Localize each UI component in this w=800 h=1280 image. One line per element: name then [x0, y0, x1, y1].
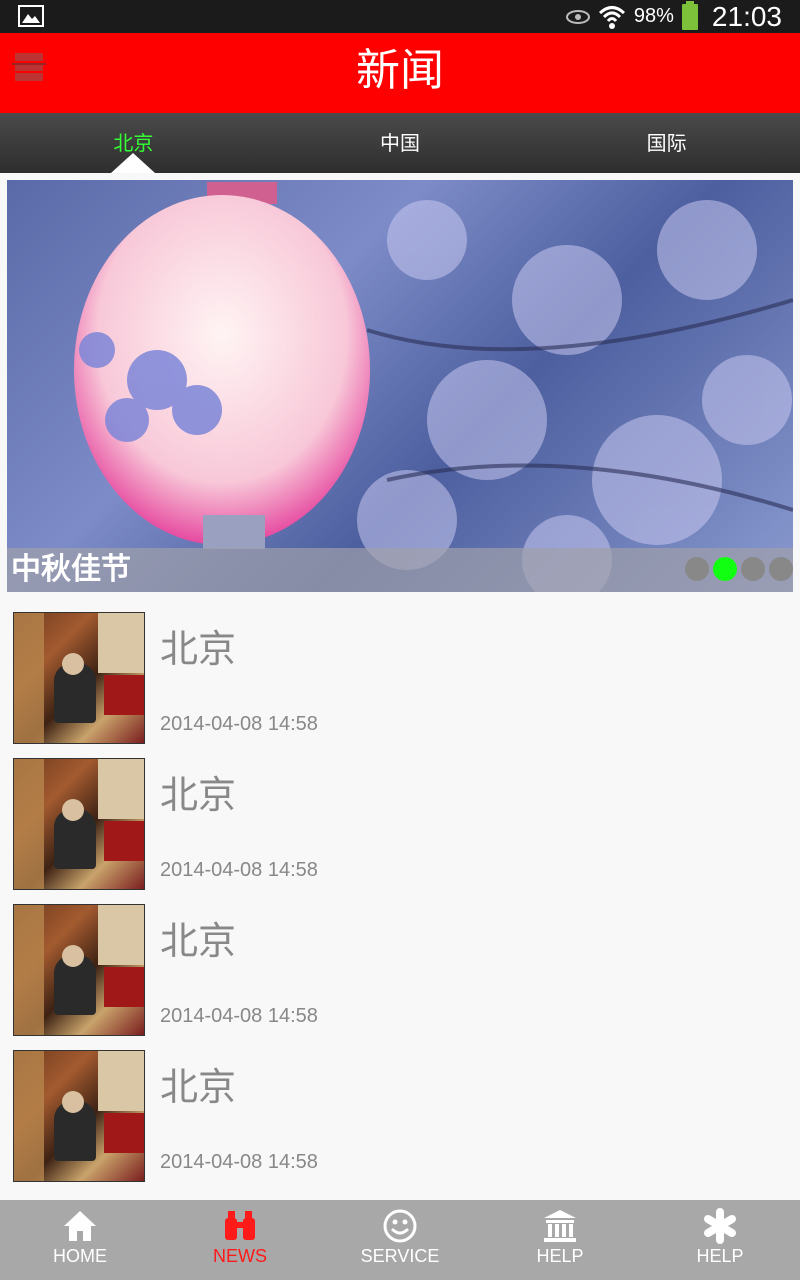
banner-pager: [685, 557, 793, 581]
tab-international[interactable]: 国际: [533, 113, 800, 173]
tab-china[interactable]: 中国: [267, 113, 534, 173]
list-item[interactable]: 北京 2014-04-08 14:58: [0, 1038, 800, 1184]
nav-service[interactable]: SERVICE: [320, 1200, 480, 1280]
home-icon: [64, 1211, 96, 1241]
news-time: 2014-04-08 14:58: [160, 859, 318, 881]
list-item[interactable]: 北京 2014-04-08 14:58: [0, 600, 800, 746]
news-thumbnail: [13, 904, 145, 1036]
pager-dot[interactable]: [685, 557, 709, 581]
battery-icon: [681, 0, 698, 30]
banner-caption-bar: 中秋佳节: [7, 548, 793, 592]
battery-percent: 98%: [633, 5, 674, 27]
banner-caption: 中秋佳节: [11, 552, 131, 587]
nav-home[interactable]: HOME: [0, 1200, 160, 1280]
status-bar: 98% 21:03: [0, 0, 800, 33]
news-time: 2014-04-08 14:58: [160, 713, 318, 735]
list-item[interactable]: 北京 2014-04-08 14:58: [0, 746, 800, 892]
bottom-nav: HOME NEWS SERVICE HELP HELP: [0, 1200, 800, 1280]
tab-bar: 北京 中国 国际: [0, 113, 800, 173]
list-item[interactable]: 北京 2014-04-08 14:58: [0, 892, 800, 1038]
pager-dot[interactable]: [769, 557, 793, 581]
nav-help-bank[interactable]: HELP: [480, 1200, 640, 1280]
news-title: 北京: [160, 1065, 237, 1109]
nav-help-asterisk[interactable]: HELP: [640, 1200, 800, 1280]
news-time: 2014-04-08 14:58: [160, 1151, 318, 1173]
nav-label: HOME: [53, 1246, 107, 1266]
eye-icon: [565, 9, 590, 24]
news-title: 北京: [160, 627, 237, 671]
picture-icon: [18, 5, 44, 27]
asterisk-icon: [704, 1208, 736, 1244]
news-title: 北京: [160, 919, 237, 963]
nav-label: NEWS: [213, 1246, 267, 1266]
binoculars-icon: [225, 1211, 255, 1240]
news-title: 北京: [160, 773, 237, 817]
tab-beijing[interactable]: 北京: [0, 113, 267, 173]
clock: 21:03: [711, 0, 782, 32]
header: 新闻: [0, 33, 800, 113]
pager-dot-active[interactable]: [713, 557, 737, 581]
wifi-icon: [598, 5, 625, 29]
nav-label: HELP: [696, 1246, 744, 1266]
news-thumbnail: [13, 758, 145, 890]
nav-news[interactable]: NEWS: [160, 1200, 320, 1280]
nav-label: SERVICE: [360, 1246, 440, 1266]
smiley-icon: [383, 1209, 417, 1243]
news-time: 2014-04-08 14:58: [160, 1005, 318, 1027]
banner-image: [74, 182, 793, 592]
nav-label: HELP: [536, 1246, 584, 1266]
pager-dot[interactable]: [741, 557, 765, 581]
news-list: 北京 2014-04-08 14:58 北京 2014-04-08 14:58 …: [0, 600, 800, 1184]
bank-icon: [544, 1210, 576, 1242]
news-thumbnail: [13, 1050, 145, 1182]
banner-carousel[interactable]: 中秋佳节: [7, 180, 793, 592]
page-title: 新闻: [356, 45, 444, 96]
news-thumbnail: [13, 612, 145, 744]
